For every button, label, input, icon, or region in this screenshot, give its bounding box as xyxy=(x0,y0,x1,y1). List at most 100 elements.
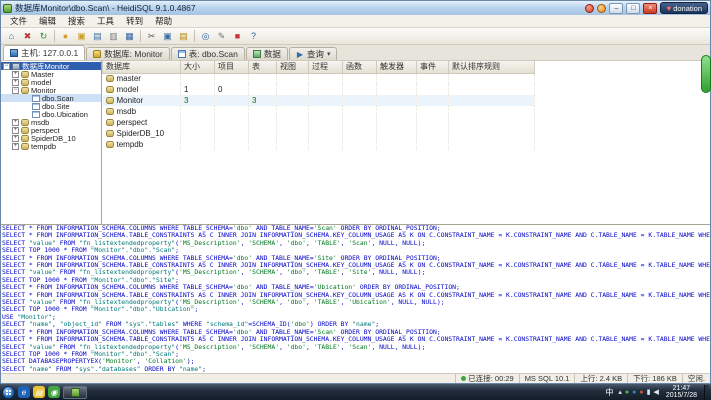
tree-toggle-icon[interactable]: + xyxy=(12,143,19,150)
tab-query[interactable]: ▶查询▾ xyxy=(289,47,338,60)
grid-cell xyxy=(417,139,449,150)
tree-toggle-icon[interactable]: + xyxy=(12,119,19,126)
tree-toggle-icon[interactable]: + xyxy=(12,127,19,134)
grid-column-header[interactable]: 触发器 xyxy=(377,61,417,73)
grid-cell xyxy=(343,84,377,95)
menu-item-edit[interactable]: 编辑 xyxy=(33,15,62,27)
grid-column-header[interactable]: 视图 xyxy=(277,61,309,73)
browser-icon[interactable]: ◉ xyxy=(48,386,60,398)
grid-column-header[interactable]: 表 xyxy=(249,61,277,73)
grid-column-header[interactable]: 函数 xyxy=(343,61,377,73)
tree-toggle-icon[interactable]: + xyxy=(12,135,19,142)
update-tray-icon[interactable]: ● xyxy=(639,389,643,396)
cut-button[interactable]: ✂ xyxy=(144,29,159,43)
tray-icons: ▴●●●▮◀ xyxy=(618,389,658,396)
taskbar-clock[interactable]: 21:47 2015/7/28 xyxy=(662,385,701,399)
grid-cell xyxy=(249,84,277,95)
connection-status-icon xyxy=(461,376,466,381)
tree-item-db-tempdb[interactable]: +tempdb xyxy=(1,142,101,150)
tree-toggle-icon[interactable]: + xyxy=(12,71,19,78)
grid-cell xyxy=(343,95,377,106)
grid-cell xyxy=(215,106,249,117)
export-icon: ▥ xyxy=(109,31,118,42)
database-manager-button[interactable]: ▣ xyxy=(74,29,89,43)
paste-button[interactable]: ▤ xyxy=(176,29,191,43)
download-badge-icon[interactable] xyxy=(597,4,606,13)
refresh-button[interactable]: ↻ xyxy=(36,29,51,43)
tab-label-data: 数据 xyxy=(264,48,281,60)
edit-button[interactable]: ✎ xyxy=(214,29,229,43)
explorer-folder-icon[interactable]: ▤ xyxy=(33,386,45,398)
user-manager-button[interactable]: ● xyxy=(58,29,73,43)
close-button[interactable]: × xyxy=(643,3,657,14)
start-button[interactable] xyxy=(2,386,15,399)
volume-tray-icon[interactable]: ◀ xyxy=(653,389,658,396)
grid-column-header[interactable]: 默认排序规则 xyxy=(449,61,535,73)
tree-toggle-icon[interactable]: − xyxy=(3,63,10,70)
sql-file-button[interactable]: ▦ xyxy=(122,29,137,43)
grid-column-header[interactable]: 大小 xyxy=(181,61,215,73)
minimize-button[interactable]: – xyxy=(609,3,623,14)
grid-row-tempdb[interactable]: tempdb xyxy=(103,139,535,150)
grid-row-spiderdb-10[interactable]: SpiderDB_10 xyxy=(103,128,535,139)
grid-cell xyxy=(277,117,309,128)
chevron-down-icon[interactable]: ▾ xyxy=(327,50,331,58)
tab-host[interactable]: 主机: 127.0.0.1 xyxy=(3,45,85,60)
show-desktop-button[interactable] xyxy=(704,385,709,399)
grid-column-header[interactable]: 过程 xyxy=(309,61,343,73)
menu-item-help[interactable]: 帮助 xyxy=(149,15,178,27)
grid-column-header[interactable]: 数据库 xyxy=(103,61,181,73)
tab-data[interactable]: 数据 xyxy=(246,47,288,60)
grid-cell: 3 xyxy=(181,95,215,106)
grid-row-msdb[interactable]: msdb xyxy=(103,106,535,117)
tab-table[interactable]: 表: dbo.Scan xyxy=(171,47,245,60)
grid-row-master[interactable]: master xyxy=(103,73,535,84)
database-icon xyxy=(21,87,29,94)
floating-widget[interactable] xyxy=(701,55,711,93)
tab-database[interactable]: 数据库: Monitor xyxy=(86,47,170,60)
grid-cell xyxy=(181,139,215,150)
session-manager-button[interactable]: ⌂ xyxy=(4,29,19,43)
search-icon: ◎ xyxy=(202,31,210,42)
maximize-button[interactable]: □ xyxy=(626,3,640,14)
table-tools-button[interactable]: ▤ xyxy=(90,29,105,43)
tree-toggle-icon[interactable]: + xyxy=(12,79,19,86)
browser-badge-icon[interactable] xyxy=(585,4,594,13)
search-button[interactable]: ◎ xyxy=(198,29,213,43)
grid-column-header[interactable]: 事件 xyxy=(417,61,449,73)
grid-row-monitor[interactable]: Monitor33 xyxy=(103,95,535,106)
menu-item-file[interactable]: 文件 xyxy=(4,15,33,27)
app-statusbar: 已连接: 00:29MS SQL 10.1上行: 2.4 KB下行: 186 K… xyxy=(1,373,710,383)
ie-icon[interactable]: e xyxy=(18,386,30,398)
menu-item-tools[interactable]: 工具 xyxy=(91,15,120,27)
grid-cell xyxy=(377,106,417,117)
grid-cell: 1 xyxy=(181,84,215,95)
grid-cell xyxy=(417,106,449,117)
menu-item-goto[interactable]: 转到 xyxy=(120,15,149,27)
grid-row-perspect[interactable]: perspect xyxy=(103,117,535,128)
grid-cell xyxy=(449,139,535,150)
grid-column-header[interactable]: 项目 xyxy=(215,61,249,73)
heidisql-taskbar-button[interactable] xyxy=(63,386,87,399)
tree-toggle-spacer xyxy=(23,95,30,102)
database-icon xyxy=(106,108,114,115)
tree-item-table-dbo-ubication[interactable]: dbo.Ubication xyxy=(1,110,101,118)
im-tray-icon[interactable]: ● xyxy=(632,389,636,396)
security-tray-icon[interactable]: ● xyxy=(625,389,629,396)
help-button[interactable]: ? xyxy=(246,29,261,43)
menu-item-search[interactable]: 搜索 xyxy=(62,15,91,27)
tree-toggle-icon[interactable]: − xyxy=(12,87,19,94)
grid-cell xyxy=(181,73,215,84)
tray-expand-icon[interactable]: ▴ xyxy=(618,389,622,396)
main-content: −数据库Monitor+Master+model−Monitordbo.Scan… xyxy=(1,61,710,224)
language-indicator[interactable]: 中 xyxy=(603,387,615,398)
grid-cell xyxy=(215,128,249,139)
export-button[interactable]: ▥ xyxy=(106,29,121,43)
disconnect-button[interactable]: ✖ xyxy=(20,29,35,43)
stop-button[interactable]: ■ xyxy=(230,29,245,43)
titlebar[interactable]: 数据库Monitor\dbo.Scan\ - HeidiSQL 9.1.0.48… xyxy=(1,1,710,15)
network-tray-icon[interactable]: ▮ xyxy=(647,389,651,396)
donation-button[interactable]: ♥ donation xyxy=(660,2,708,14)
grid-row-model[interactable]: model10 xyxy=(103,84,535,95)
copy-button[interactable]: ▣ xyxy=(160,29,175,43)
